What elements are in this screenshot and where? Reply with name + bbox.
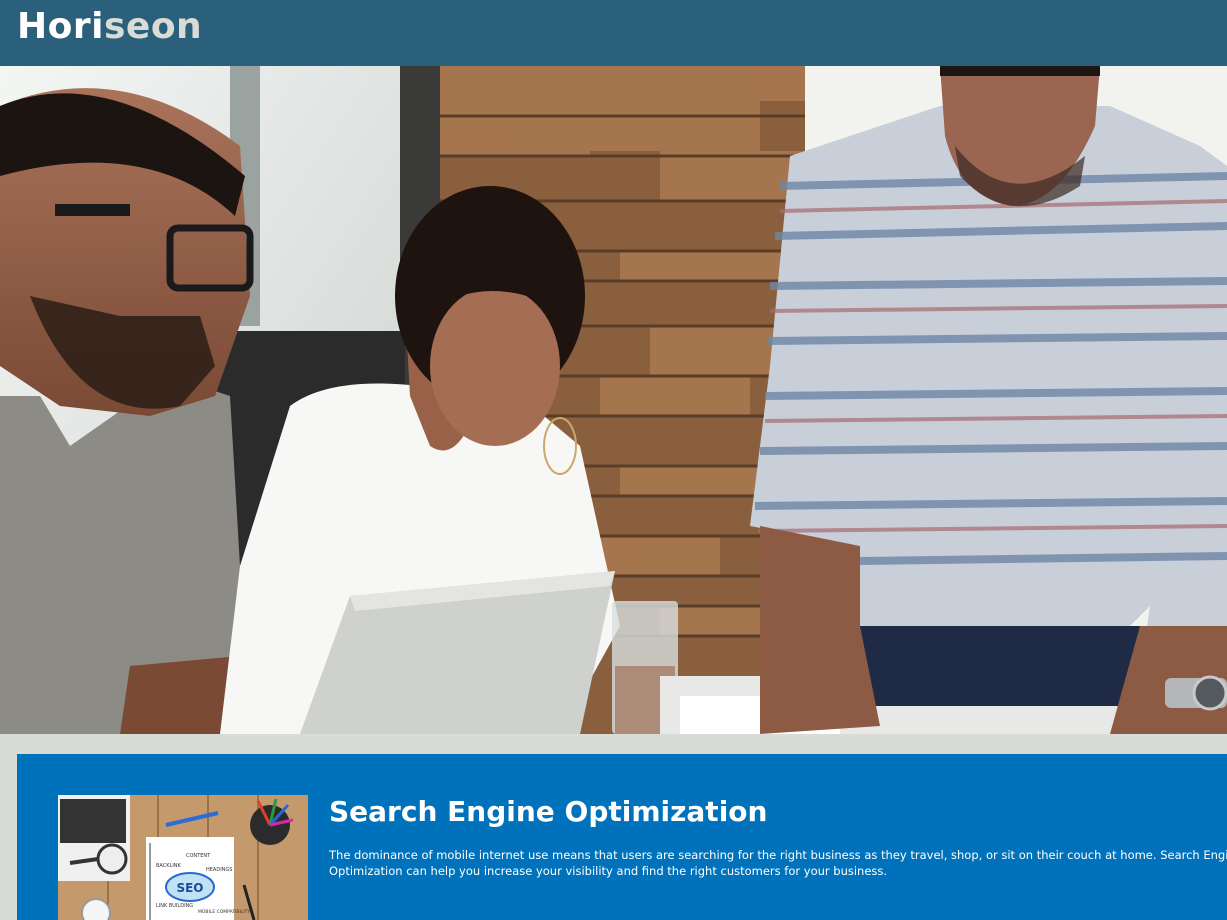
- seo-image-label-link-building: LINK BUILDING: [156, 903, 193, 909]
- hero-image: [0, 66, 1227, 734]
- logo-accent: seon: [103, 6, 203, 47]
- logo-main: Hori: [17, 6, 104, 47]
- seo-image-text: SEO: [176, 881, 203, 895]
- seo-image-label-mobile: MOBILE COMPATIBILITY: [198, 909, 250, 915]
- seo-image-label-content: CONTENT: [186, 853, 211, 859]
- section-title: Search Engine Optimization: [329, 795, 768, 828]
- section-body: The dominance of mobile internet use mea…: [329, 848, 1227, 878]
- seo-image-label-headings: HEADINGS: [206, 867, 232, 873]
- logo[interactable]: Horiseon: [17, 6, 202, 47]
- seo-section: SEO BACKLINK CONTENT HEADINGS LINK BUILD…: [17, 754, 1227, 920]
- seo-image-label-backlink: BACKLINK: [156, 863, 182, 869]
- site-header: Horiseon: [0, 0, 1227, 66]
- seo-image: SEO BACKLINK CONTENT HEADINGS LINK BUILD…: [58, 795, 308, 920]
